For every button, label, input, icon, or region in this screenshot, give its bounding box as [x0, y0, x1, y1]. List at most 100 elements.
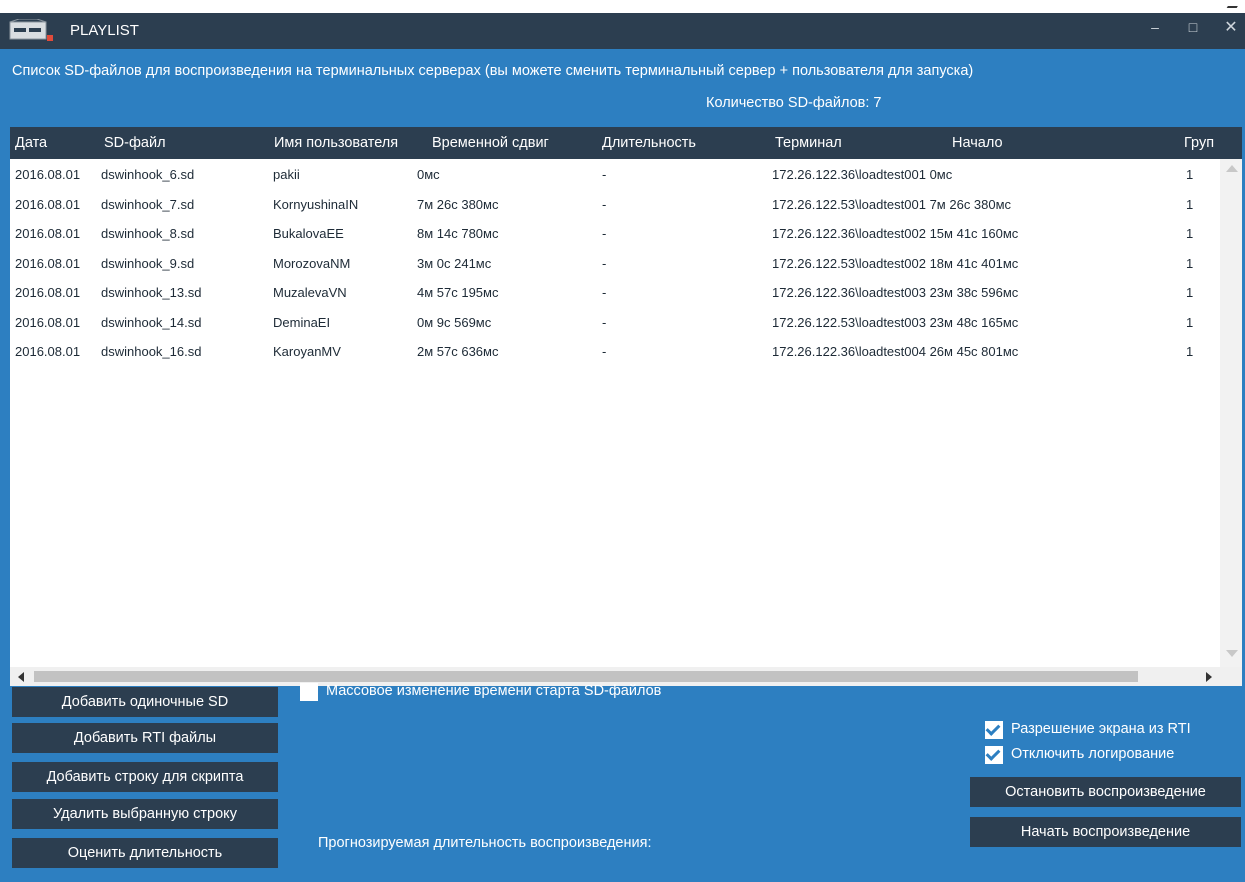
mouse-cursor-fragment [1226, 0, 1242, 8]
cell-duration: - [602, 255, 607, 271]
cell-user: pakii [273, 167, 300, 182]
cell-date: 2016.08.01 [15, 167, 81, 182]
app-icon [9, 19, 53, 41]
cell-time-shift: 2м 57с 636мс [417, 344, 499, 359]
cell-sd-file: dswinhook_16.sd [101, 344, 202, 359]
cell-time-shift: 4м 57с 195мс [417, 285, 499, 300]
delete-row-button[interactable]: Удалить выбранную строку [12, 799, 278, 829]
vertical-scrollbar[interactable] [1220, 159, 1242, 667]
cell-duration: - [602, 314, 607, 330]
start-playback-button[interactable]: Начать воспроизведение [970, 817, 1241, 847]
cell-date: 2016.08.01 [15, 344, 81, 359]
scroll-up-icon[interactable] [1226, 165, 1238, 172]
cell-date: 2016.08.01 [15, 226, 81, 241]
screen-top-edge [0, 0, 1245, 13]
disable-logging-label: Отключить логирование [1011, 746, 1175, 762]
cell-time-shift: 3м 0с 241мс [417, 255, 492, 271]
cell-user: KaroyanMV [273, 344, 341, 359]
table-row[interactable]: 2016.08.01 dswinhook_16.sd KaroyanMV 2м … [10, 336, 1215, 366]
column-header-start[interactable]: Начало [952, 135, 1003, 151]
cell-user: MuzalevaVN [273, 285, 347, 300]
cell-time-shift: 0мс [417, 167, 440, 182]
column-header-user[interactable]: Имя пользователя [274, 135, 398, 151]
cell-sd-file: dswinhook_6.sd [101, 167, 195, 182]
title-bar: PLAYLIST – □ ✕ [0, 13, 1245, 49]
cell-date: 2016.08.01 [15, 196, 81, 212]
table-row[interactable]: 2016.08.01 dswinhook_9.sd MorozovaNM 3м … [10, 248, 1215, 278]
cell-terminal: 172.26.122.36\loadtest004 26м 45с 801мс [772, 344, 1019, 359]
cell-sd-file: dswinhook_7.sd [101, 196, 195, 212]
cell-terminal: 172.26.122.36\loadtest001 0мс [772, 167, 953, 182]
column-header-duration[interactable]: Длительность [602, 135, 696, 151]
sd-files-table: Дата SD-файл Имя пользователя Временной … [10, 127, 1242, 686]
cell-group: 1 [1186, 255, 1194, 271]
cell-user: MorozovaNM [273, 255, 351, 271]
cell-sd-file: dswinhook_8.sd [101, 226, 195, 241]
cell-sd-file: dswinhook_9.sd [101, 255, 195, 271]
table-row[interactable]: 2016.08.01 dswinhook_6.sd pakii 0мс - 17… [10, 159, 1215, 189]
table-header: Дата SD-файл Имя пользователя Временной … [10, 127, 1242, 159]
cell-group: 1 [1186, 314, 1194, 330]
checkmark-icon [985, 746, 1001, 761]
checkmark-icon [985, 721, 1001, 736]
add-script-row-button[interactable]: Добавить строку для скрипта [12, 762, 278, 792]
checkbox-box[interactable] [985, 746, 1003, 764]
cell-terminal: 172.26.122.36\loadtest002 15м 41с 160мс [772, 226, 1019, 241]
checkbox-box[interactable] [300, 683, 318, 701]
cell-time-shift: 8м 14с 780мс [417, 226, 499, 241]
column-header-time-shift[interactable]: Временной сдвиг [432, 135, 549, 151]
cell-duration: - [602, 226, 607, 241]
playlist-caption: Список SD-файлов для воспроизведения на … [12, 63, 974, 79]
cell-group: 1 [1186, 344, 1194, 359]
cell-terminal: 172.26.122.53\loadtest002 18м 41с 401мс [772, 255, 1019, 271]
cell-user: KornyushinaIN [273, 196, 359, 212]
cell-date: 2016.08.01 [15, 255, 81, 271]
cell-duration: - [602, 167, 607, 182]
scroll-left-icon[interactable] [18, 672, 24, 682]
cell-terminal: 172.26.122.53\loadtest001 7м 26с 380мс [772, 196, 1012, 212]
column-header-date[interactable]: Дата [15, 135, 47, 151]
table-body: 2016.08.01 dswinhook_6.sd pakii 0мс - 17… [10, 159, 1215, 366]
cell-date: 2016.08.01 [15, 285, 81, 300]
cell-duration: - [602, 344, 607, 359]
cell-group: 1 [1186, 226, 1194, 241]
cell-user: DeminaEI [273, 314, 331, 330]
cell-date: 2016.08.01 [15, 314, 81, 330]
cell-group: 1 [1186, 196, 1194, 212]
forecast-duration-label: Прогнозируемая длительность воспроизведе… [318, 835, 652, 851]
cell-sd-file: dswinhook_14.sd [101, 314, 202, 330]
cell-sd-file: dswinhook_13.sd [101, 285, 202, 300]
stop-playback-button[interactable]: Остановить воспроизведение [970, 777, 1241, 807]
cell-time-shift: 7м 26с 380мс [417, 196, 499, 212]
minimize-icon[interactable]: – [1144, 19, 1166, 35]
cell-group: 1 [1186, 167, 1194, 182]
add-rti-files-button[interactable]: Добавить RTI файлы [12, 723, 278, 753]
scroll-right-icon[interactable] [1206, 672, 1212, 682]
cell-user: BukalovaEE [273, 226, 344, 241]
cell-duration: - [602, 196, 607, 212]
column-header-sd-file[interactable]: SD-файл [104, 135, 166, 151]
estimate-duration-button[interactable]: Оценить длительность [12, 838, 278, 868]
column-header-group[interactable]: Груп [1184, 135, 1214, 151]
window-title: PLAYLIST [70, 22, 139, 39]
horizontal-scroll-thumb[interactable] [34, 671, 1138, 682]
table-row[interactable]: 2016.08.01 dswinhook_7.sd KornyushinaIN … [10, 189, 1215, 219]
close-icon[interactable]: ✕ [1220, 17, 1242, 37]
scroll-down-icon[interactable] [1226, 650, 1238, 657]
table-row[interactable]: 2016.08.01 dswinhook_13.sd MuzalevaVN 4м… [10, 277, 1215, 307]
playlist-window: PLAYLIST – □ ✕ Список SD-файлов для восп… [0, 13, 1245, 882]
cell-terminal: 172.26.122.36\loadtest003 23м 38с 596мс [772, 285, 1019, 300]
maximize-icon[interactable]: □ [1182, 19, 1204, 35]
table-row[interactable]: 2016.08.01 dswinhook_14.sd DeminaEI 0м 9… [10, 307, 1215, 337]
sd-file-count: Количество SD-файлов: 7 [706, 95, 882, 111]
mass-change-label: Массовое изменение времени старта SD-фай… [326, 683, 662, 699]
checkbox-box[interactable] [985, 721, 1003, 739]
add-single-sd-button[interactable]: Добавить одиночные SD [12, 687, 278, 717]
screen-resolution-label: Разрешение экрана из RTI [1011, 721, 1191, 737]
cell-terminal: 172.26.122.53\loadtest003 23м 48с 165мс [772, 314, 1019, 330]
cell-duration: - [602, 285, 607, 300]
table-row[interactable]: 2016.08.01 dswinhook_8.sd BukalovaEE 8м … [10, 218, 1215, 248]
cell-time-shift: 0м 9с 569мс [417, 314, 492, 330]
column-header-terminal[interactable]: Терминал [775, 135, 842, 151]
cell-group: 1 [1186, 285, 1194, 300]
